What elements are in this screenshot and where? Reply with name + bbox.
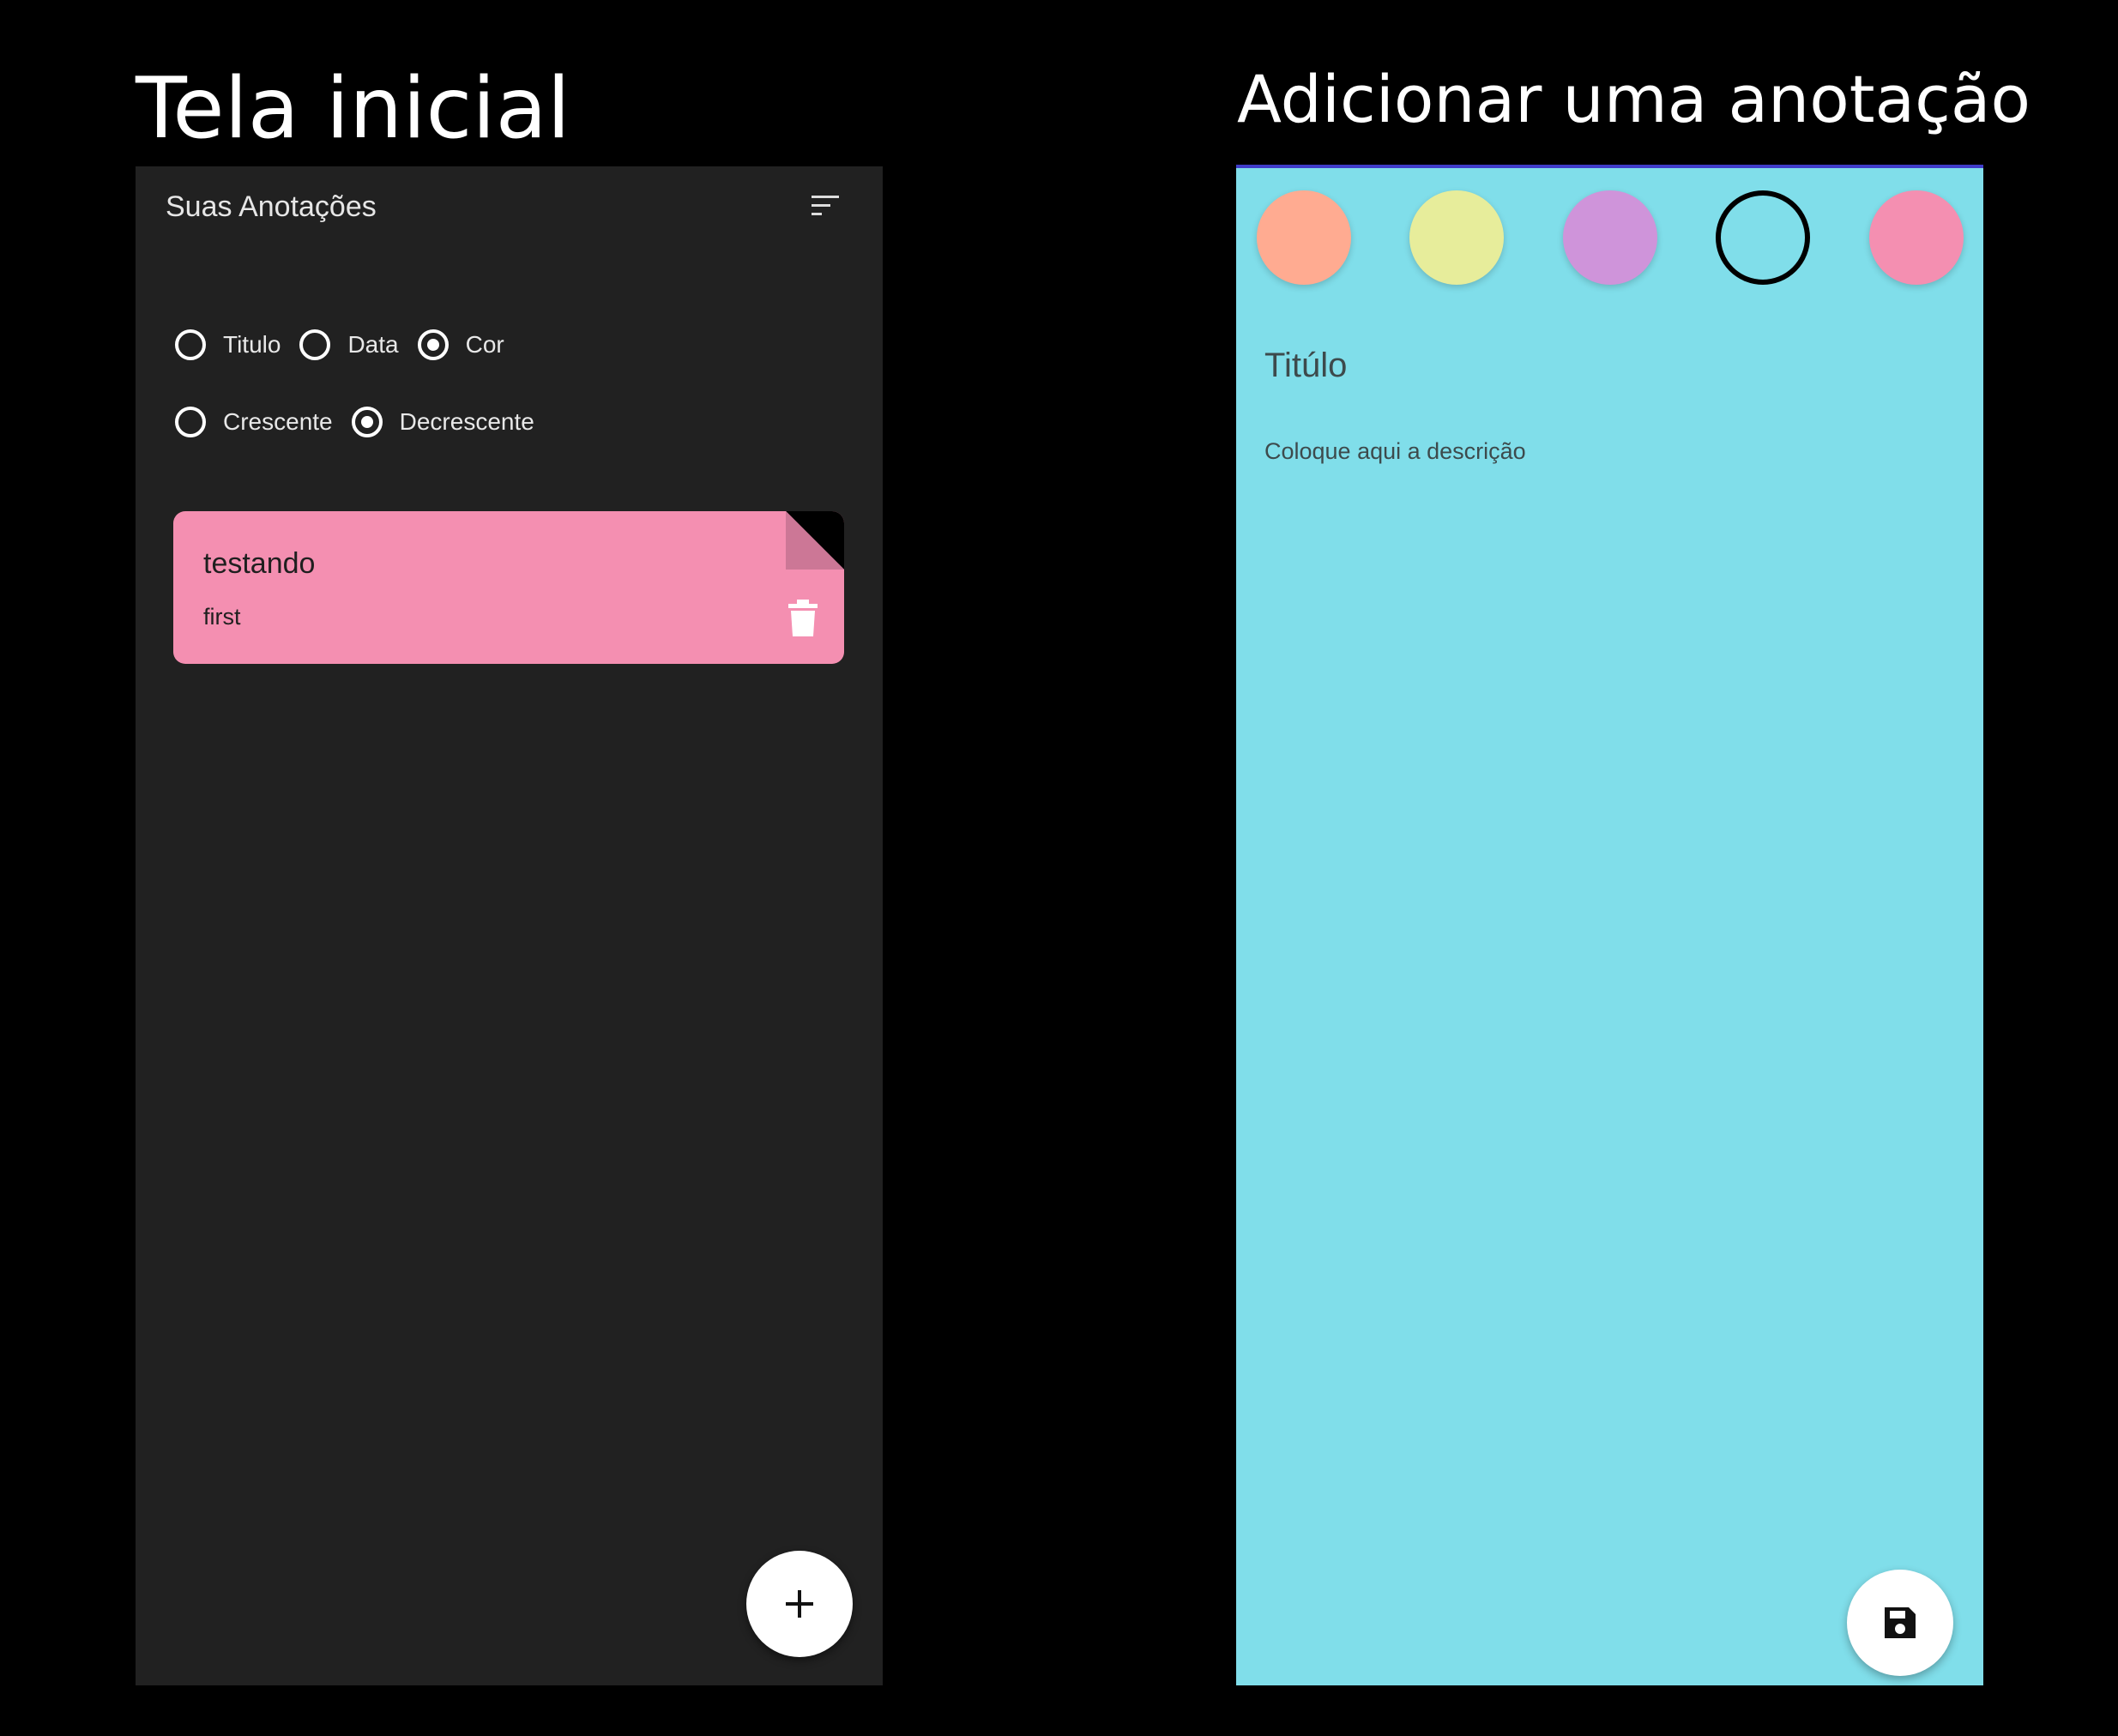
order-by-group: Titulo Data Cor: [175, 329, 523, 360]
description-input[interactable]: [1264, 425, 1934, 477]
page-title: Suas Anotações: [166, 190, 377, 223]
radio-label: Crescente: [223, 408, 333, 435]
color-swatch[interactable]: [1257, 190, 1351, 285]
add-note-caption: Adicionar uma anotação: [1237, 61, 2031, 137]
radio-circle[interactable]: [175, 329, 206, 360]
color-swatch[interactable]: [1869, 190, 1964, 285]
add-note-button[interactable]: [746, 1551, 853, 1657]
home-screen: Suas Anotações Titulo Data Cor Crescente…: [136, 166, 883, 1685]
radio-cor[interactable]: Cor: [417, 329, 504, 360]
radio-label: Cor: [465, 331, 504, 358]
add-note-screen: [1236, 165, 1983, 1685]
radio-circle[interactable]: [175, 407, 206, 437]
color-swatch[interactable]: [1563, 190, 1657, 285]
delete-note-button[interactable]: [786, 599, 820, 638]
radio-circle[interactable]: [299, 329, 331, 360]
save-note-button[interactable]: [1847, 1570, 1953, 1676]
color-swatch-selected[interactable]: [1716, 190, 1810, 285]
radio-label: Titulo: [223, 331, 281, 358]
radio-data[interactable]: Data: [299, 329, 399, 360]
radio-circle[interactable]: [351, 407, 383, 437]
note-card[interactable]: testando first: [173, 511, 844, 664]
note-description: first: [203, 604, 241, 630]
radio-circle[interactable]: [417, 329, 449, 360]
title-input[interactable]: [1264, 340, 1934, 391]
radio-titulo[interactable]: Titulo: [175, 329, 281, 360]
radio-label: Data: [347, 331, 399, 358]
radio-crescente[interactable]: Crescente: [175, 407, 333, 437]
sort-button[interactable]: [808, 192, 842, 223]
save-icon: [1885, 1607, 1916, 1638]
color-swatch[interactable]: [1409, 190, 1504, 285]
note-title: testando: [203, 547, 316, 580]
trash-icon: [788, 600, 818, 636]
radio-label: Decrescente: [399, 408, 534, 435]
note-fold-corner: [786, 511, 844, 570]
home-caption: Tela inicial: [136, 60, 570, 158]
plus-icon: [786, 1590, 813, 1618]
sort-icon: [812, 196, 839, 215]
direction-group: Crescente Decrescente: [175, 407, 553, 437]
radio-decrescente[interactable]: Decrescente: [351, 407, 534, 437]
